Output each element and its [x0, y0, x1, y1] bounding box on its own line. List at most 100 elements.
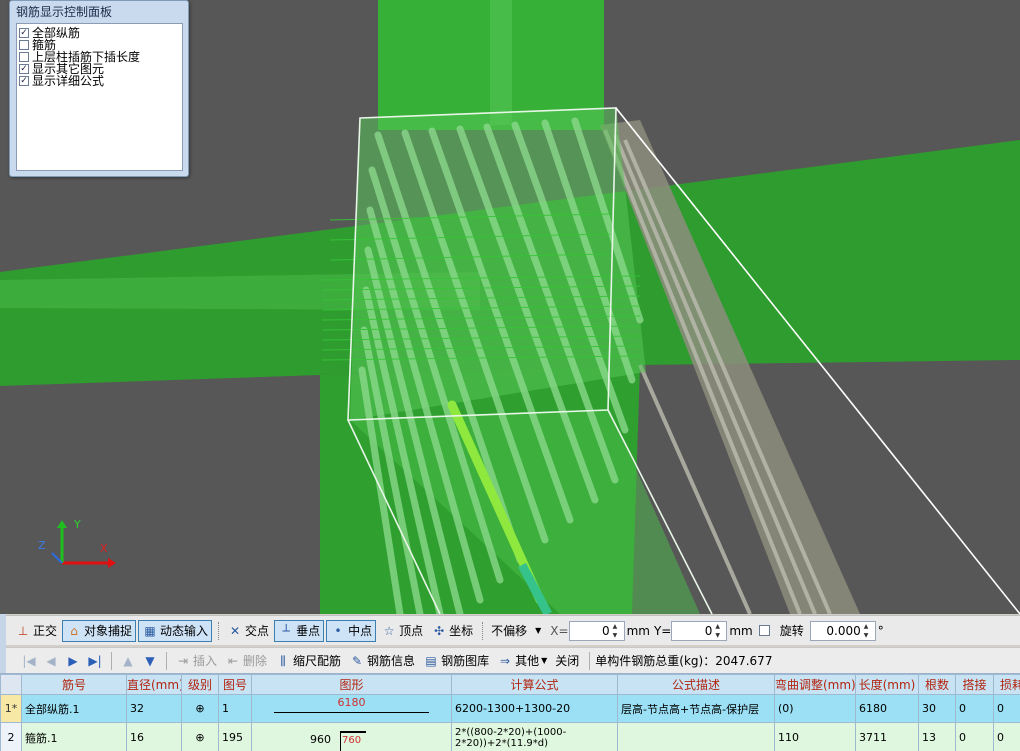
- column-header[interactable]: 根数: [918, 674, 956, 695]
- axis-y-label: Y: [73, 518, 81, 531]
- rotate-checkbox[interactable]: [758, 625, 770, 636]
- row-index[interactable]: 1*: [0, 694, 22, 723]
- next-record-icon[interactable]: ▶: [62, 654, 84, 668]
- snap-magnet-icon: ⌂: [70, 623, 78, 638]
- rebar-table[interactable]: 筋号 直径(mm) 级别 图号 图形 计算公式 公式描述 弯曲调整(mm) 长度…: [0, 673, 1020, 751]
- column-header[interactable]: 长度(mm): [855, 674, 919, 695]
- 3d-viewport[interactable]: Y X Z 钢筋显示控制面板 ✓ 全部纵筋 箍筋 上层柱插筋下插长度 ✓ 显示其它图…: [0, 0, 1020, 614]
- shape-height-label: 760: [342, 735, 362, 746]
- option-show-detailed-formula[interactable]: ✓ 显示详细公式: [19, 75, 180, 87]
- rebar-info-button[interactable]: ✎ 钢筋信息: [346, 650, 418, 672]
- checkbox-unchecked-icon[interactable]: [19, 40, 29, 50]
- scale-rebar-button[interactable]: ⫼ 缩尺配筋: [272, 650, 344, 672]
- previous-record-icon[interactable]: ◀: [40, 654, 62, 668]
- cell-shape[interactable]: 6180: [251, 694, 452, 723]
- other-menu-button[interactable]: ⇒ 其他 ▼: [494, 650, 550, 672]
- rotate-label: 旋转: [779, 624, 804, 638]
- column-header[interactable]: 筋号: [21, 674, 127, 695]
- cell-diameter[interactable]: 16: [126, 722, 182, 751]
- cell-loss[interactable]: 0: [993, 694, 1020, 723]
- cell-length[interactable]: 3711: [855, 722, 919, 751]
- toolbar-separator: [482, 621, 484, 640]
- chevron-down-icon: ▼: [535, 626, 542, 635]
- intersection-snap-button[interactable]: ✕ 交点: [224, 620, 272, 642]
- midpoint-icon: •: [334, 623, 342, 638]
- y-input[interactable]: 0 ▲ ▼: [671, 620, 728, 641]
- shape-width-label: 960: [310, 733, 331, 746]
- toolbar-separator: [589, 651, 591, 670]
- close-button[interactable]: 关闭: [552, 650, 582, 672]
- perpendicular-icon: ┴: [282, 623, 290, 638]
- checkbox-unchecked-icon[interactable]: [19, 52, 29, 62]
- coordinate-snap-button[interactable]: ✣ 坐标: [428, 620, 476, 642]
- column-header[interactable]: 图号: [218, 674, 252, 695]
- column-header[interactable]: 计算公式: [451, 674, 618, 695]
- cell-formula[interactable]: 2*((800-2*20)+(1000-2*20))+2*(11.9*d): [451, 722, 618, 751]
- insert-button[interactable]: ⇥ 插入: [172, 650, 220, 672]
- cell-lap[interactable]: 0: [955, 722, 994, 751]
- cell-name[interactable]: 箍筋.1: [21, 722, 127, 751]
- spin-arrows-icon[interactable]: ▲ ▼: [864, 622, 873, 640]
- rebar-edit-toolbar: |◀ ◀ ▶ ▶| ▲ ▼ ⇥ 插入 ⇤ 删除 ⫼ 缩尺配筋 ✎ 钢筋信息 ▤ 钢筋图库 …: [6, 647, 1020, 673]
- upper-column-rebar: [490, 0, 512, 125]
- cell-lap[interactable]: 0: [955, 694, 994, 723]
- cell-formula[interactable]: 6200-1300+1300-20: [451, 694, 618, 723]
- move-down-icon[interactable]: ▼: [139, 654, 161, 668]
- cell-figure-no[interactable]: 1: [218, 694, 252, 723]
- column-header[interactable]: 级别: [181, 674, 219, 695]
- cell-length[interactable]: 6180: [855, 694, 919, 723]
- cell-bend-adjust[interactable]: (0): [774, 694, 856, 723]
- spin-arrows-icon[interactable]: ▲ ▼: [715, 622, 724, 640]
- vertex-snap-button[interactable]: ☆ 顶点: [378, 620, 426, 642]
- cell-name[interactable]: 全部纵筋.1: [21, 694, 127, 723]
- coordinate-icon: ✣: [434, 623, 445, 638]
- checkbox-checked-icon[interactable]: ✓: [19, 64, 29, 74]
- dynamic-input-button[interactable]: ▦ 动态输入: [138, 619, 213, 642]
- column-header[interactable]: 公式描述: [617, 674, 775, 695]
- x-unit-label: mm: [626, 623, 650, 638]
- chevron-down-icon: ▼: [541, 656, 548, 665]
- cell-formula-desc[interactable]: 层高-节点高+节点高-保护层: [617, 694, 775, 723]
- row-index[interactable]: 2: [0, 722, 22, 751]
- rebar-display-control-panel[interactable]: 钢筋显示控制面板 ✓ 全部纵筋 箍筋 上层柱插筋下插长度 ✓ 显示其它图元 ✓ 显示详…: [9, 0, 189, 177]
- insert-icon: ⇥: [177, 653, 189, 668]
- move-up-icon[interactable]: ▲: [117, 654, 139, 668]
- cell-figure-no[interactable]: 195: [218, 722, 252, 751]
- total-weight-label: 单构件钢筋总重(kg)：2047.677: [595, 654, 773, 668]
- table-row[interactable]: 1* 全部纵筋.1 32 ⊕ 1 6180 6200-1300+1300-20 …: [0, 694, 1020, 723]
- column-header[interactable]: 损耗: [993, 674, 1020, 695]
- column-header[interactable]: 弯曲调整(mm): [774, 674, 856, 695]
- column-header[interactable]: 直径(mm): [126, 674, 182, 695]
- cell-formula-desc[interactable]: [617, 722, 775, 751]
- dynamic-input-icon: ▦: [144, 623, 156, 638]
- midpoint-snap-button[interactable]: • 中点: [326, 619, 377, 642]
- row-number-header: [0, 674, 22, 695]
- cell-count[interactable]: 30: [918, 694, 956, 723]
- rebar-library-icon: ▤: [425, 653, 437, 668]
- shape-straight-bar: [274, 712, 429, 713]
- column-header[interactable]: 图形: [251, 674, 452, 695]
- cell-loss[interactable]: 0: [993, 722, 1020, 751]
- object-snap-button[interactable]: ⌂ 对象捕捉: [62, 619, 137, 642]
- ortho-button[interactable]: ⊥ 正交: [12, 620, 60, 642]
- cell-diameter[interactable]: 32: [126, 694, 182, 723]
- cell-grade[interactable]: ⊕: [181, 694, 219, 723]
- x-input[interactable]: 0 ▲ ▼: [568, 620, 625, 641]
- checkbox-checked-icon[interactable]: ✓: [19, 76, 29, 86]
- perpendicular-snap-button[interactable]: ┴ 垂点: [274, 619, 325, 642]
- cell-count[interactable]: 13: [918, 722, 956, 751]
- offset-mode-dropdown[interactable]: 不偏移 ▼: [488, 620, 544, 642]
- delete-button[interactable]: ⇤ 删除: [222, 650, 270, 672]
- spin-arrows-icon[interactable]: ▲ ▼: [613, 622, 622, 640]
- last-record-icon[interactable]: ▶|: [84, 654, 106, 668]
- cell-bend-adjust[interactable]: 110: [774, 722, 856, 751]
- first-record-icon[interactable]: |◀: [18, 654, 40, 668]
- cell-shape[interactable]: 960 760: [251, 722, 452, 751]
- table-row[interactable]: 2 箍筋.1 16 ⊕ 195 960 760 2*((800-2*20)+(1…: [0, 722, 1020, 751]
- rotate-input[interactable]: 0.000 ▲ ▼: [809, 620, 876, 641]
- cell-grade[interactable]: ⊕: [181, 722, 219, 751]
- rebar-library-button[interactable]: ▤ 钢筋图库: [420, 650, 492, 672]
- column-header[interactable]: 搭接: [955, 674, 994, 695]
- table-header-row: 筋号 直径(mm) 级别 图号 图形 计算公式 公式描述 弯曲调整(mm) 长度…: [0, 674, 1020, 695]
- checkbox-checked-icon[interactable]: ✓: [19, 28, 29, 38]
